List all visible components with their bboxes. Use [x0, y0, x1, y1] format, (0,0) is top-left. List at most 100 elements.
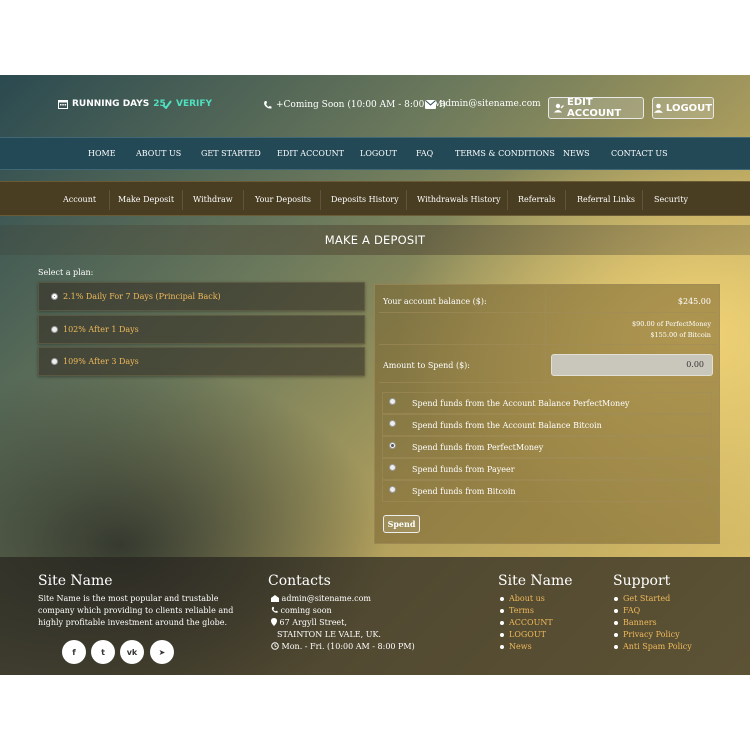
contact-email-text: admin@sitename.com [281, 594, 372, 603]
nav-divider [109, 190, 110, 210]
footer-contact-address: 67 Argyll Street, [271, 617, 347, 629]
plan-radio[interactable] [51, 358, 58, 365]
tab-referrals[interactable]: Referrals [518, 195, 556, 204]
logout-button[interactable]: LOGOUT [652, 97, 714, 119]
footer-contacts-heading: Contacts [268, 573, 331, 589]
footer-support-list: Get Started FAQ Banners Privacy Policy A… [614, 593, 692, 653]
calendar-icon [58, 99, 68, 109]
clock-icon [271, 642, 279, 650]
payment-radio[interactable] [389, 442, 396, 449]
tab-account[interactable]: Account [63, 195, 96, 204]
footer: Site Name Site Name is the most popular … [0, 557, 750, 675]
tab-withdraw[interactable]: Withdraw [193, 195, 233, 204]
payment-radio[interactable] [389, 420, 396, 427]
footer-links-list: About us Terms ACCOUNT LOGOUT News [500, 593, 553, 653]
tab-deposits-history[interactable]: Deposits History [331, 195, 399, 204]
payment-option[interactable]: Spend funds from PerfectMoney [382, 436, 712, 458]
running-days: RUNNING DAYS 25 [58, 99, 166, 109]
payment-option-label: Spend funds from Bitcoin [412, 487, 516, 496]
verify-badge[interactable]: VERIFY [162, 99, 212, 109]
nav-news[interactable]: NEWS [563, 149, 590, 158]
payment-option[interactable]: Spend funds from Payeer [382, 458, 712, 480]
support-link[interactable]: FAQ [614, 605, 692, 617]
facebook-icon[interactable]: f [62, 640, 86, 664]
nav-edit-account[interactable]: EDIT ACCOUNT [277, 149, 344, 158]
spend-button[interactable]: Spend [383, 515, 420, 533]
tab-referral-links[interactable]: Referral Links [577, 195, 635, 204]
plan-label: 2.1% Daily For 7 Days (Principal Back) [63, 292, 221, 301]
tab-withdrawals-history[interactable]: Withdrawals History [417, 195, 501, 204]
footer-link[interactable]: LOGOUT [500, 629, 553, 641]
payment-option-label: Spend funds from the Account Balance Bit… [412, 421, 602, 430]
phone-text: +Coming Soon (10:00 AM - 8:00 PM) [276, 100, 446, 110]
page: RUNNING DAYS 25 VERIFY +Coming Soon (10:… [0, 75, 750, 675]
deposit-panel: Your account balance ($): $245.00 $90.00… [374, 284, 720, 544]
payment-radio[interactable] [389, 398, 396, 405]
nav-terms[interactable]: TERMS & CONDITIONS [455, 149, 555, 158]
nav-home[interactable]: HOME [88, 149, 116, 158]
plan-radio[interactable] [51, 326, 58, 333]
tab-make-deposit[interactable]: Make Deposit [118, 195, 174, 204]
verify-label: VERIFY [176, 99, 213, 109]
phone-icon [263, 100, 272, 110]
support-link[interactable]: Privacy Policy [614, 629, 692, 641]
footer-contact-phone: coming soon [271, 605, 332, 617]
plan-option[interactable]: 2.1% Daily For 7 Days (Principal Back) [38, 282, 365, 311]
nav-get-started[interactable]: GET STARTED [201, 149, 261, 158]
top-header: RUNNING DAYS 25 VERIFY +Coming Soon (10:… [0, 75, 750, 137]
nav-divider [565, 190, 566, 210]
nav-about-us[interactable]: ABOUT US [136, 149, 181, 158]
payment-radio[interactable] [389, 486, 396, 493]
contact-address-line2: STAINTON LE VALE, UK. [277, 630, 381, 639]
footer-link[interactable]: Terms [500, 605, 553, 617]
tab-your-deposits[interactable]: Your Deposits [255, 195, 311, 204]
support-link[interactable]: Get Started [614, 593, 692, 605]
payment-option-label: Spend funds from PerfectMoney [412, 443, 544, 452]
balance-row: Your account balance ($): $245.00 [379, 289, 717, 313]
twitter-icon[interactable]: t [91, 640, 115, 664]
payment-option[interactable]: Spend funds from Bitcoin [382, 480, 712, 502]
support-link[interactable]: Anti Spam Policy [614, 641, 692, 653]
support-link[interactable]: Banners [614, 617, 692, 629]
nav-divider [320, 190, 321, 210]
amount-input[interactable]: 0.00 [551, 354, 713, 376]
tab-security[interactable]: Security [654, 195, 688, 204]
plan-option[interactable]: 109% After 3 Days [38, 347, 365, 376]
map-marker-icon [271, 618, 277, 626]
footer-link[interactable]: ACCOUNT [500, 617, 553, 629]
payment-radio[interactable] [389, 464, 396, 471]
plan-option[interactable]: 102% After 1 Days [38, 315, 365, 344]
phone-info: +Coming Soon (10:00 AM - 8:00 PM) [263, 100, 446, 110]
plan-radio[interactable] [51, 293, 58, 300]
page-title: MAKE A DEPOSIT [0, 225, 750, 255]
nav-contact-us[interactable]: CONTACT US [611, 149, 668, 158]
footer-about-heading: Site Name [38, 573, 113, 589]
balance-label: Your account balance ($): [383, 297, 487, 306]
vk-icon[interactable]: vk [120, 640, 144, 664]
footer-link[interactable]: About us [500, 593, 553, 605]
envelope-open-icon [271, 595, 279, 602]
footer-link[interactable]: News [500, 641, 553, 653]
telegram-icon[interactable]: ➤ [150, 640, 174, 664]
email-info[interactable]: admin@sitename.com [425, 99, 541, 109]
user-edit-icon [554, 103, 564, 113]
envelope-icon [425, 99, 436, 109]
payment-option[interactable]: Spend funds from the Account Balance Per… [382, 392, 712, 414]
nav-divider [182, 190, 183, 210]
nav-logout[interactable]: LOGOUT [360, 149, 397, 158]
payment-option-label: Spend funds from the Account Balance Per… [412, 399, 630, 408]
nav-divider [243, 190, 244, 210]
footer-contact-email[interactable]: admin@sitename.com [271, 593, 371, 605]
nav-divider [507, 190, 508, 210]
edit-account-button[interactable]: EDIT ACCOUNT [548, 97, 644, 119]
contact-hours-text: Mon. - Fri. (10:00 AM - 8:00 PM) [281, 642, 415, 651]
plan-label: 109% After 3 Days [63, 357, 139, 366]
footer-links-heading: Site Name [498, 573, 573, 589]
main-nav: HOME ABOUT US GET STARTED EDIT ACCOUNT L… [0, 137, 750, 170]
check-icon [162, 99, 172, 109]
select-plan-label: Select a plan: [38, 268, 94, 277]
nav-faq[interactable]: FAQ [416, 149, 433, 158]
payment-option[interactable]: Spend funds from the Account Balance Bit… [382, 414, 712, 436]
balance-value: $245.00 [677, 297, 711, 306]
phone-icon [271, 606, 278, 613]
